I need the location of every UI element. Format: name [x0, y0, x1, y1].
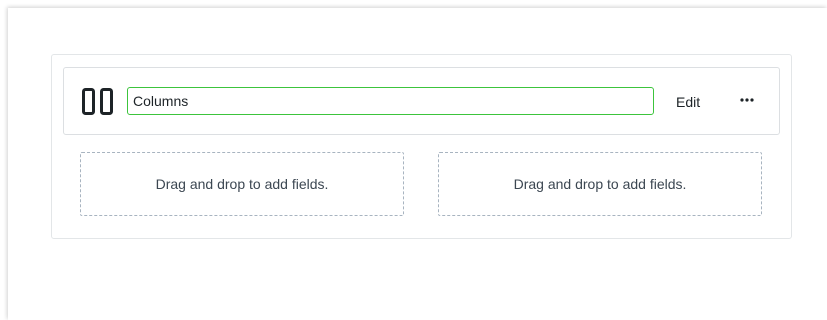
- column-drop-zone-right[interactable]: Drag and drop to add fields.: [438, 152, 762, 216]
- edit-button[interactable]: Edit: [676, 91, 700, 113]
- columns-icon: [82, 88, 114, 115]
- block-header: Edit: [63, 67, 780, 135]
- form-builder-canvas: Edit Drag and drop to add fields. Drag a…: [8, 8, 827, 320]
- columns-block: Edit Drag and drop to add fields. Drag a…: [51, 54, 792, 239]
- column-drop-zone-left[interactable]: Drag and drop to add fields.: [80, 152, 404, 216]
- block-name-input[interactable]: [127, 87, 654, 115]
- more-options-button[interactable]: [738, 89, 756, 111]
- ellipsis-icon: [740, 98, 754, 102]
